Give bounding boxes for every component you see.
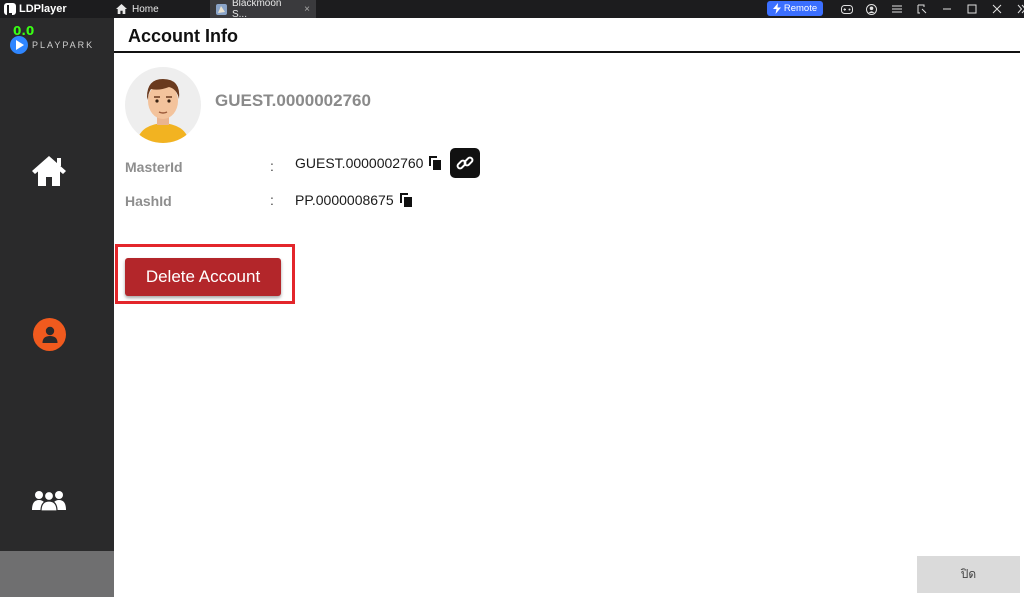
game-icon (216, 3, 227, 15)
account-username: GUEST.0000002760 (215, 91, 371, 110)
playpark-logo: PLAYPARK (10, 36, 94, 54)
sidebar-footer (0, 551, 114, 597)
sidebar: 0.0 PLAYPARK (0, 18, 114, 551)
tab-blackmoon[interactable]: Blackmoon S... × (210, 0, 316, 20)
minimize-icon[interactable] (934, 0, 959, 18)
hashid-label: HashId (125, 193, 172, 209)
menu-icon[interactable] (884, 0, 909, 18)
masterid-colon: : (270, 158, 274, 174)
masterid-label: MasterId (125, 159, 183, 175)
masterid-value-row: GUEST.0000002760 (295, 148, 481, 178)
close-icon[interactable] (984, 0, 1009, 18)
header-divider (114, 51, 1020, 53)
copy-icon[interactable] (399, 192, 414, 208)
restore-icon[interactable] (909, 0, 934, 18)
gamepad-icon[interactable] (834, 0, 859, 18)
playpark-logo-text: PLAYPARK (32, 40, 95, 50)
page-title: Account Info (128, 26, 238, 46)
tab-home[interactable]: Home (110, 0, 208, 18)
app-brand: LDPlayer (4, 1, 67, 17)
close-button[interactable]: ปิด (917, 556, 1020, 593)
ldplayer-logo-icon (4, 3, 16, 15)
masterid-value: GUEST.0000002760 (295, 155, 424, 171)
tab-close-icon[interactable]: × (304, 4, 310, 15)
lightning-icon (772, 3, 781, 14)
maximize-icon[interactable] (959, 0, 984, 18)
hashid-value: PP.0000008675 (295, 192, 394, 208)
tab-home-label: Home (132, 3, 159, 15)
delete-account-button[interactable]: Delete Account (125, 258, 281, 296)
remote-label: Remote (783, 3, 818, 14)
title-bar: LDPlayer Home Blackmoon S... × Remote (0, 0, 1024, 20)
avatar (125, 67, 201, 143)
playpark-logo-icon (10, 36, 28, 54)
home-icon (116, 4, 127, 14)
account-icon[interactable] (859, 0, 884, 18)
hashid-value-row: PP.0000008675 (295, 192, 414, 208)
account-info-panel: Account Info GUEST.0000002760 MasterId :… (114, 18, 1024, 597)
sidebar-item-community[interactable] (30, 488, 68, 512)
remote-button[interactable]: Remote (767, 1, 823, 16)
window-controls (834, 0, 1024, 18)
expand-icon[interactable] (1009, 0, 1024, 18)
app-name: LDPlayer (19, 3, 67, 15)
user-icon (42, 326, 57, 343)
home-icon (32, 156, 66, 186)
copy-icon[interactable] (428, 155, 443, 171)
link-account-button[interactable] (450, 148, 481, 178)
hashid-colon: : (270, 192, 274, 208)
tab-blackmoon-label: Blackmoon S... (231, 0, 282, 20)
sidebar-item-profile[interactable] (33, 318, 66, 351)
link-icon (457, 156, 474, 170)
sidebar-item-home[interactable] (30, 153, 68, 189)
avatar-face-icon (137, 79, 189, 143)
group-icon (32, 490, 66, 511)
